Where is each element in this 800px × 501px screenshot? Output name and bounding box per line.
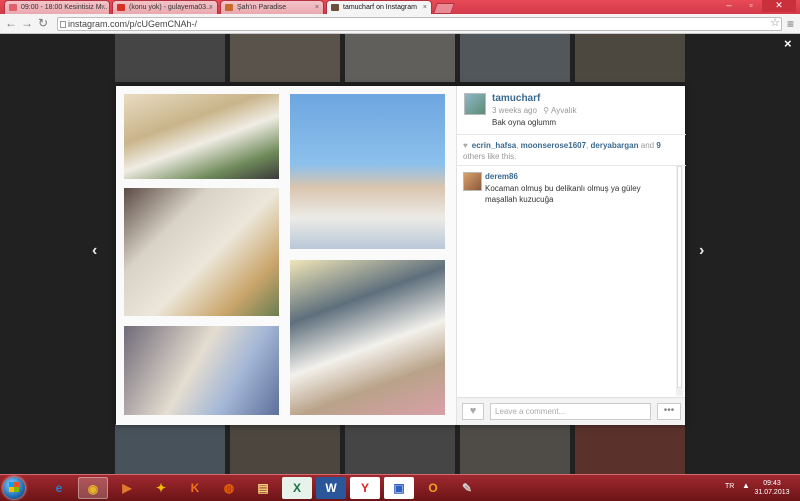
tab-close-icon[interactable]: × [209, 1, 213, 14]
url-text: instagram.com/p/cUGemCNAh-/ [68, 19, 198, 29]
internet-explorer-icon[interactable]: e [44, 477, 74, 499]
scrollbar-thumb[interactable] [677, 166, 682, 388]
gmail-icon [117, 4, 125, 11]
tab-favicon-icon [9, 4, 17, 11]
tab-close-icon[interactable]: × [315, 1, 319, 14]
tab-kesintisiz[interactable]: 09:00 - 18:00 Kesintisiz M... × [4, 0, 110, 14]
post-location[interactable]: Ayvalık [551, 106, 577, 115]
likes-and: and [640, 141, 655, 150]
post-time: 3 weeks ago [492, 106, 537, 115]
new-tab-button[interactable] [432, 3, 456, 14]
language-indicator[interactable]: TR [725, 483, 734, 490]
tab-sah-paradise[interactable]: Şah'ın Paradise × [220, 0, 324, 14]
divider [457, 134, 686, 135]
back-arrow-icon[interactable]: ← [4, 16, 18, 30]
outlook-icon[interactable]: O [418, 477, 448, 499]
comments-scrollbar[interactable] [676, 166, 683, 396]
post-photo-collage [116, 86, 456, 425]
close-window-button[interactable]: ✕ [762, 0, 796, 12]
k-app-icon[interactable]: K [180, 477, 210, 499]
excel-icon[interactable]: X [282, 477, 312, 499]
divider [457, 165, 686, 166]
post-meta: 3 weeks ago ⚲ Ayvalık [492, 106, 577, 115]
tab-close-icon[interactable]: × [101, 1, 105, 14]
tab-favicon-icon [225, 4, 233, 11]
tab-instagram[interactable]: tamucharf on Instagram × [326, 0, 432, 14]
forward-arrow-icon[interactable]: → [20, 16, 34, 30]
browser-toolbar: ← → ↻ instagram.com/p/cUGemCNAh-/ ☆ ≡ [0, 14, 800, 34]
star-icon[interactable]: ☆ [770, 16, 780, 29]
tab-label: 09:00 - 18:00 Kesintisiz M... [21, 4, 108, 11]
next-arrow-icon[interactable]: › [699, 242, 704, 260]
address-bar[interactable]: instagram.com/p/cUGemCNAh-/ [57, 17, 782, 31]
app-blue-icon[interactable]: ▣ [384, 477, 414, 499]
tab-label: Şah'ın Paradise [237, 4, 287, 11]
windows-taskbar: e ◉ ▶ ✦ K ◍ ▤ X W Y ▣ O ✎ TR ▲ 09:43 31.… [0, 474, 800, 501]
heart-icon: ♥ [463, 141, 468, 150]
page-icon [60, 21, 66, 28]
windows-logo-icon [9, 482, 19, 492]
reload-icon[interactable]: ↻ [36, 16, 50, 30]
firefox-icon[interactable]: ◍ [214, 477, 244, 499]
location-pin-icon: ⚲ [543, 106, 550, 115]
post-modal: tamucharf 3 weeks ago ⚲ Ayvalık Bak oyna … [116, 86, 686, 425]
tab-label: tamucharf on Instagram [343, 4, 417, 11]
word-icon[interactable]: W [316, 477, 346, 499]
media-player-icon[interactable]: ▶ [112, 477, 142, 499]
comment-avatar[interactable] [463, 172, 482, 191]
tab-label: (konu yok) - gulayema03... [129, 4, 212, 11]
comment-username[interactable]: derem86 [485, 172, 518, 181]
collage-photo [124, 94, 279, 179]
collage-photo [124, 326, 279, 415]
comment-input[interactable] [490, 403, 651, 420]
tab-gmail[interactable]: (konu yok) - gulayema03... × [112, 0, 218, 14]
browser-tab-bar: 09:00 - 18:00 Kesintisiz M... × (konu yo… [0, 0, 800, 14]
likes-summary: ♥ ecrin_hafsa, moonserose1607, deryabarga… [463, 141, 661, 161]
collage-photo [290, 260, 445, 415]
clock-date: 31.07.2013 [754, 489, 790, 496]
maximize-button[interactable]: ▫ [740, 0, 762, 12]
comment-text: Kocaman olmuş bu delikanlı olmuş ya güle… [485, 184, 641, 204]
likes-count[interactable]: 9 [656, 141, 660, 150]
chrome-icon[interactable]: ◉ [78, 477, 108, 499]
like-user[interactable]: deryabargan [591, 141, 639, 150]
post-username[interactable]: tamucharf [492, 93, 540, 104]
folder-icon[interactable]: ▤ [248, 477, 278, 499]
more-options-button[interactable]: ••• [657, 403, 681, 420]
like-user[interactable]: ecrin_hafsa [472, 141, 516, 150]
tray-expand-icon[interactable]: ▲ [742, 481, 750, 490]
game-icon[interactable]: ✦ [146, 477, 176, 499]
post-caption: Bak oyna oglumm [492, 118, 557, 127]
like-user[interactable]: moonserose1607 [521, 141, 586, 150]
menu-icon[interactable]: ≡ [787, 17, 794, 31]
instagram-icon [331, 4, 339, 11]
like-button[interactable]: ♥ [462, 403, 484, 420]
comment-footer: ♥ ••• [457, 397, 685, 425]
collage-photo [124, 188, 279, 316]
paint-icon[interactable]: ✎ [452, 477, 482, 499]
clock-time: 09:43 [763, 480, 781, 487]
post-sidebar: tamucharf 3 weeks ago ⚲ Ayvalık Bak oyna … [456, 86, 686, 425]
tab-close-icon[interactable]: × [423, 1, 427, 14]
yandex-icon[interactable]: Y [350, 477, 380, 499]
window-controls: – ▫ ✕ [718, 0, 796, 12]
likes-suffix: others like this. [463, 152, 517, 161]
system-clock[interactable]: 09:43 31.07.2013 [750, 479, 794, 497]
start-button[interactable] [3, 477, 25, 499]
collage-photo [290, 94, 445, 249]
minimize-button[interactable]: – [718, 0, 740, 12]
overlay-close-button[interactable]: × [784, 36, 792, 51]
previous-arrow-icon[interactable]: ‹ [92, 242, 97, 260]
avatar[interactable] [464, 93, 486, 115]
